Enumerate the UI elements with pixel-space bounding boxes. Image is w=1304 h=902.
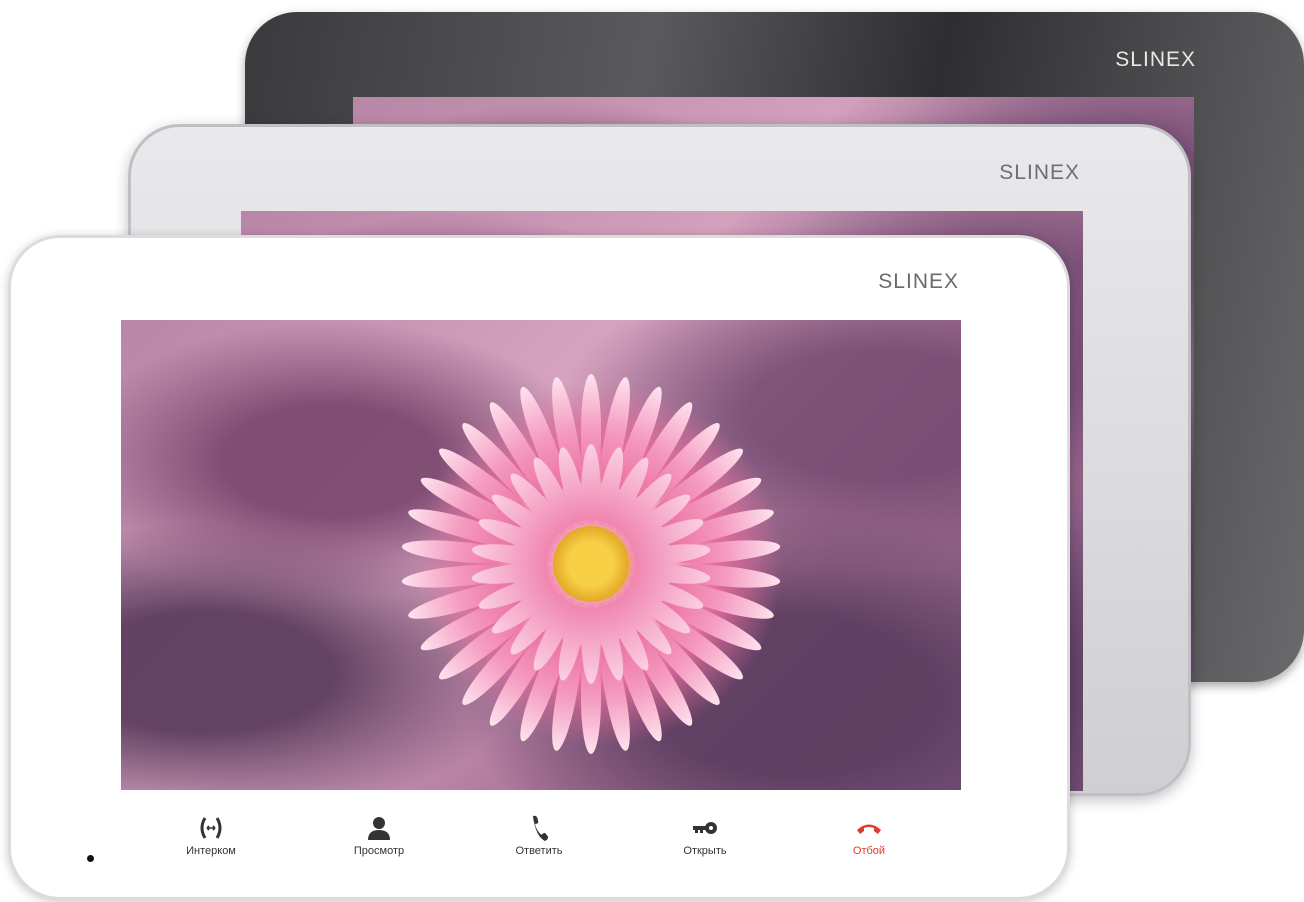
open-label: Открыть xyxy=(683,845,727,857)
monitor-screen xyxy=(121,320,961,790)
handset-icon xyxy=(532,815,549,841)
brand-logo: SLINEX xyxy=(878,270,959,293)
key-icon xyxy=(693,822,717,834)
brand-logo: SLINEX xyxy=(1115,48,1196,71)
intercom-label: Интерком xyxy=(186,845,236,857)
answer-label: Ответить xyxy=(515,845,563,857)
answer-button[interactable]: Ответить xyxy=(489,813,589,857)
white-monitor: SLINEX Интерком Просмотр Ответить Открыт… xyxy=(8,235,1070,900)
intercom-icon xyxy=(200,817,222,839)
person-icon xyxy=(368,817,390,840)
intercom-button[interactable]: Интерком xyxy=(161,813,261,857)
button-bar: Интерком Просмотр Ответить Открыть Отбой xyxy=(11,813,1067,873)
hang-up-label: Отбой xyxy=(852,845,886,857)
hang-up-button[interactable]: Отбой xyxy=(819,813,919,857)
hang-up-icon xyxy=(857,824,881,834)
open-button[interactable]: Открыть xyxy=(655,813,755,857)
brand-logo: SLINEX xyxy=(999,161,1080,184)
flower-center xyxy=(553,526,630,603)
view-button[interactable]: Просмотр xyxy=(329,813,429,857)
view-label: Просмотр xyxy=(353,845,405,857)
